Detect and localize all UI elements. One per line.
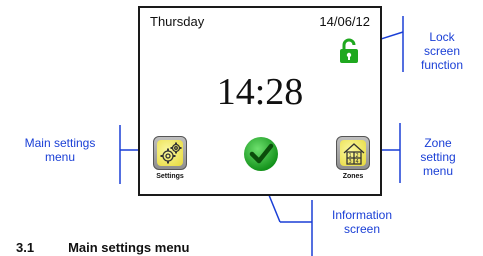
callout-line: function [420,58,464,72]
checkmark-icon[interactable] [243,136,279,172]
lock-icon[interactable] [338,38,360,64]
callout-line: setting [420,150,456,164]
zones-label: Zones [342,173,364,180]
information-callout: Information screen [322,208,402,236]
date-label: 14/06/12 [319,14,370,29]
callout-line: Lock [429,30,455,44]
callout-line: Information [331,208,393,222]
clock-time: 14:28 [216,71,304,113]
zones-button[interactable]: 12 34 [336,136,370,170]
callout-line: screen [423,44,461,58]
settings-button[interactable] [153,136,187,170]
thermostat-screen: Thursday 14/06/12 14:28 Settings 1 2 3 4… [138,6,382,196]
gears-icon [160,142,182,164]
callout-line: screen [343,222,381,236]
svg-text:4: 4 [356,159,359,165]
callout-line: Main settings [24,136,96,150]
section-heading: 3.1 Main settings menu [16,240,189,255]
settings-label: Settings [156,173,184,180]
zone-callout: Zone setting menu [408,136,468,178]
section-number: 3.1 [16,240,35,255]
callout-line: menu [44,150,76,164]
svg-text:3: 3 [349,159,352,165]
lock-callout: Lock screen function [412,30,472,72]
main-settings-callout: Main settings menu [4,136,116,164]
callout-line: Zone [424,136,452,150]
house-zones-icon: 12 34 [343,143,365,165]
callout-line: menu [422,164,454,178]
section-title: Main settings menu [68,240,190,255]
day-label: Thursday [150,14,205,29]
